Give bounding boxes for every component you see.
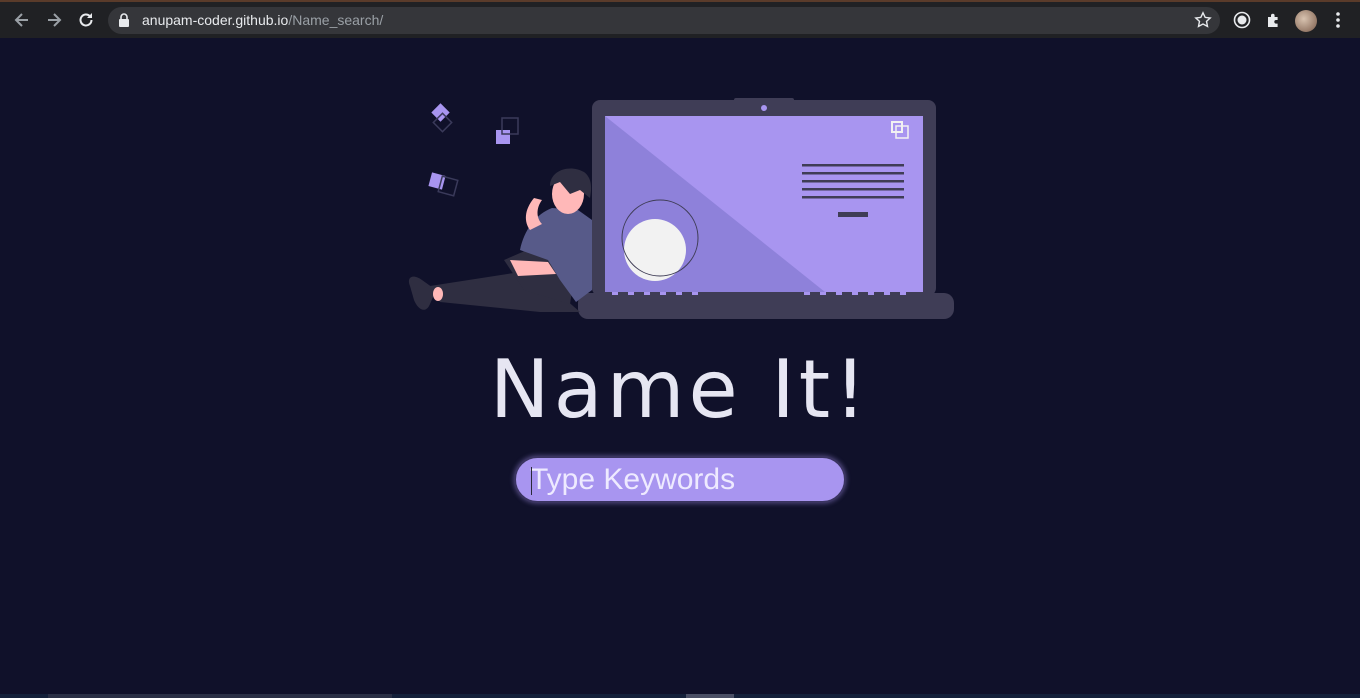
arrow-right-icon — [48, 13, 62, 27]
page-title: Name It! — [489, 343, 871, 436]
record-icon — [1233, 11, 1251, 29]
url-text: anupam-coder.github.io/Name_search/ — [142, 12, 383, 28]
browser-menu-button[interactable] — [1328, 10, 1348, 30]
search-box[interactable] — [514, 456, 846, 503]
back-button[interactable] — [10, 8, 34, 32]
bottom-scroll-strip — [0, 694, 1360, 698]
extension-record-button[interactable] — [1232, 10, 1252, 30]
reload-button[interactable] — [74, 8, 98, 32]
extensions-button[interactable] — [1264, 10, 1284, 30]
more-vertical-icon — [1336, 12, 1340, 28]
laptop-illustration — [408, 98, 954, 319]
reload-icon — [79, 13, 93, 27]
page-body: Name It! — [0, 38, 1360, 698]
url-host: anupam-coder.github.io — [142, 12, 289, 28]
browser-toolbar: anupam-coder.github.io/Name_search/ — [0, 0, 1360, 38]
laptop — [578, 98, 954, 319]
keyword-search-input[interactable] — [530, 462, 830, 498]
text-caret — [531, 467, 532, 495]
address-bar[interactable]: anupam-coder.github.io/Name_search/ — [108, 7, 1220, 34]
arrow-left-icon — [14, 13, 28, 27]
url-path: /Name_search/ — [288, 12, 384, 28]
star-icon[interactable] — [1194, 11, 1212, 29]
person-figure — [408, 168, 592, 312]
bottom-bar-segment — [686, 694, 734, 698]
puzzle-icon — [1268, 13, 1278, 27]
forward-button[interactable] — [42, 8, 66, 32]
lock-icon — [119, 13, 129, 27]
floating-squares — [428, 103, 519, 197]
bottom-bar-segment — [48, 694, 392, 698]
profile-avatar[interactable] — [1295, 10, 1317, 32]
